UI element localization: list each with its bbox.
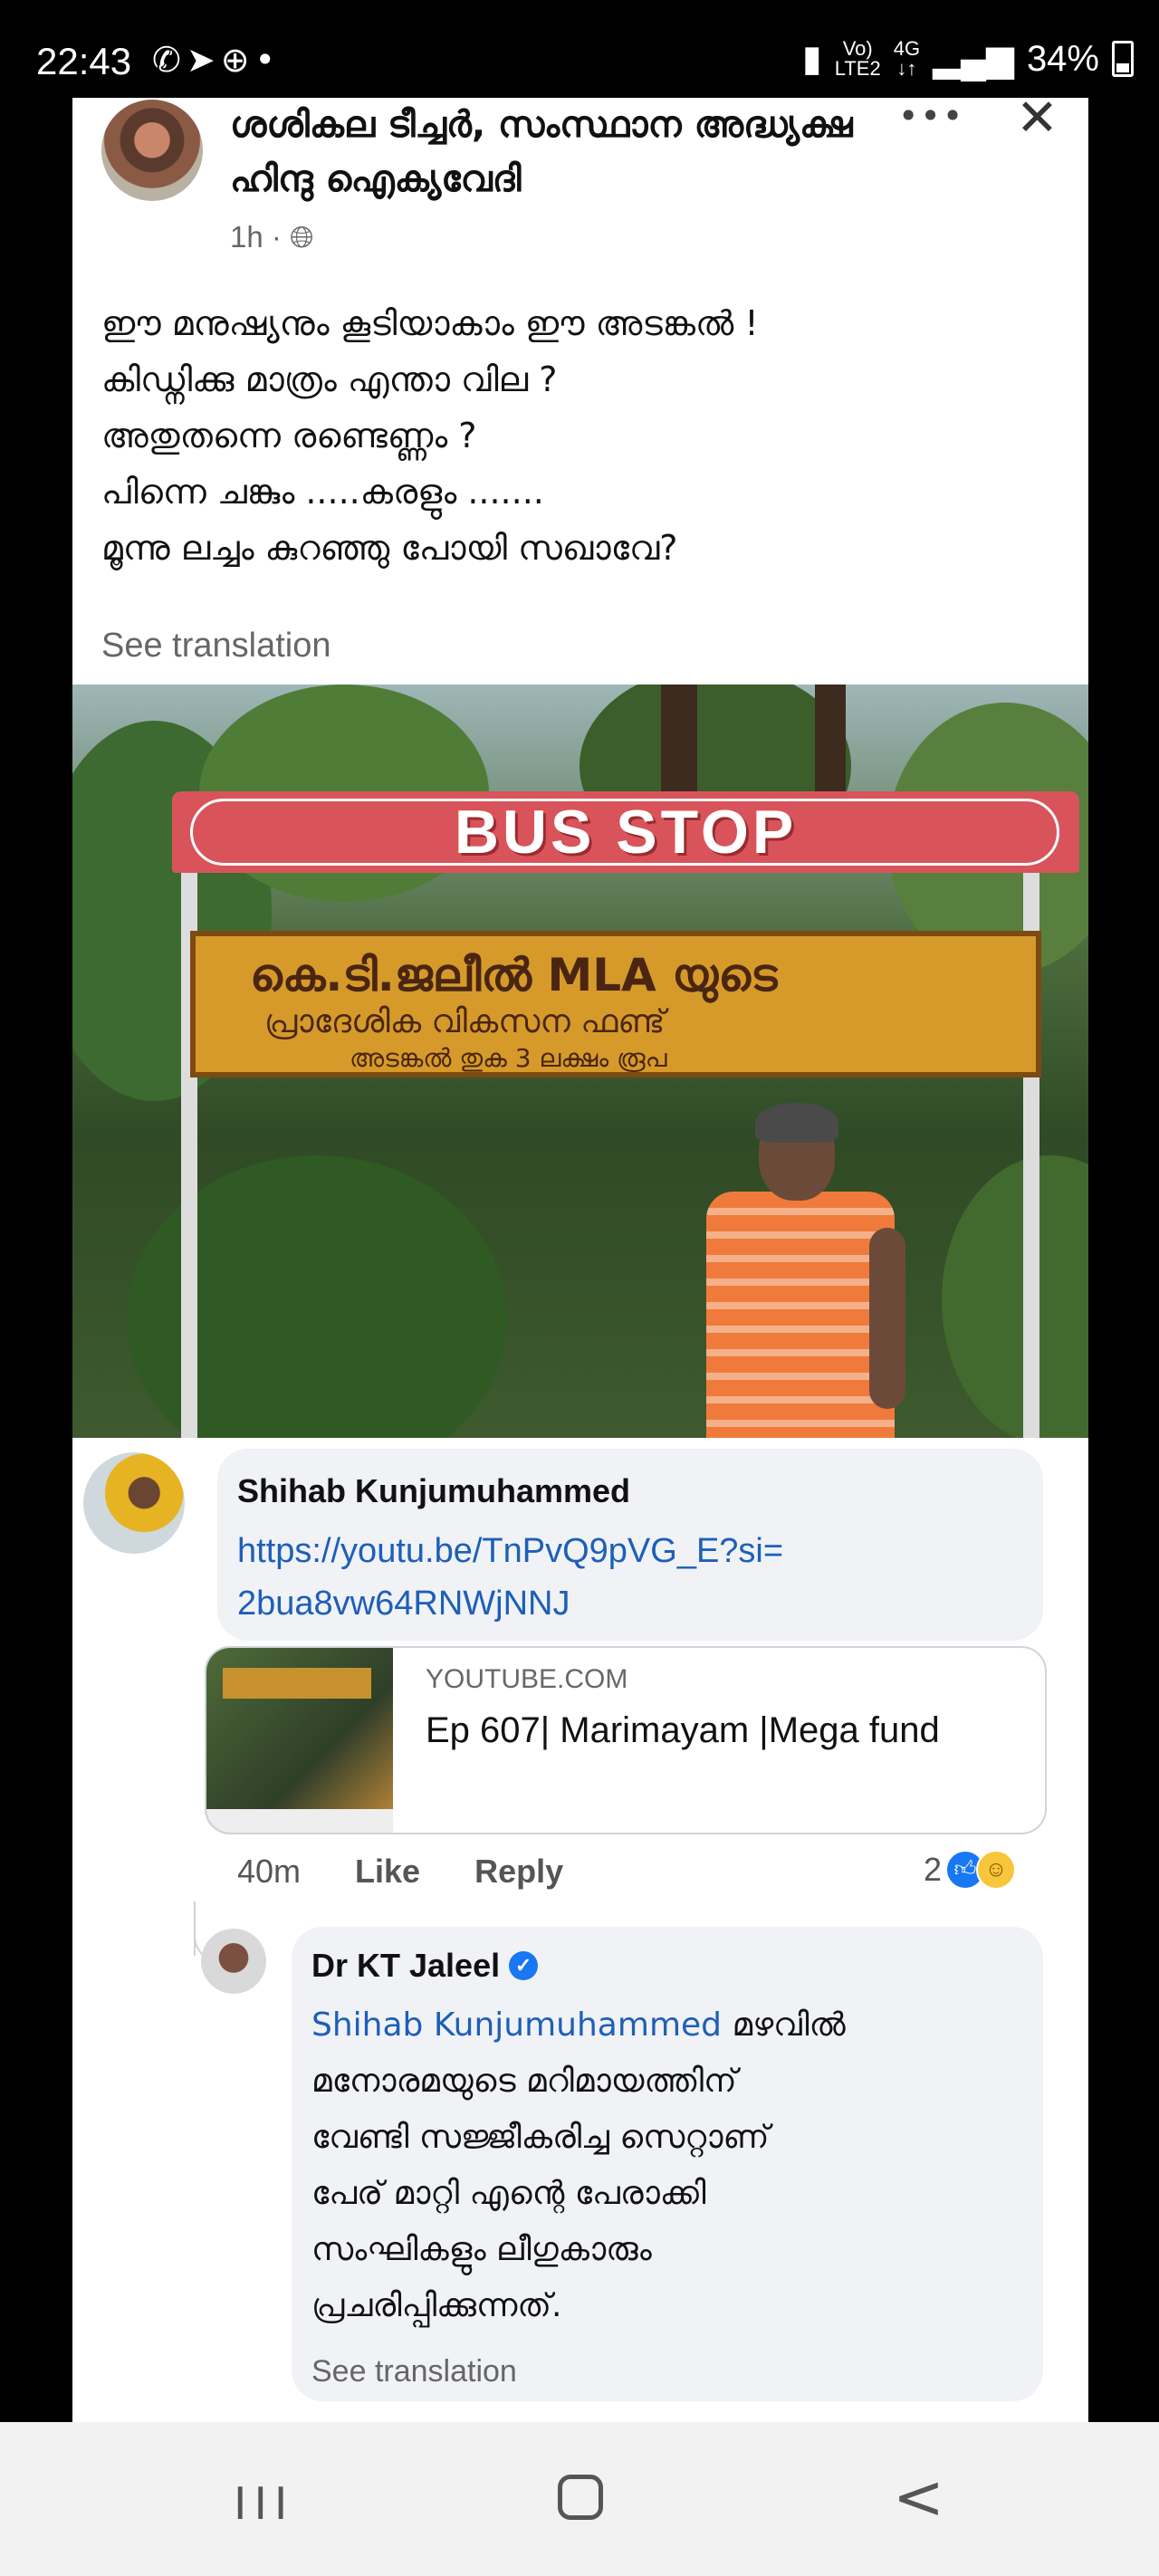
signal-bars-icon: ▂▄▆	[933, 39, 1014, 79]
post-text: ഈ മനുഷ്യനും കൂടിയാകാം ഈ അടങ്കൽ ! കിഡ്നിക…	[101, 295, 1043, 576]
reply-line: സംഘികളും ലീഗുകാരും	[311, 2231, 652, 2268]
post-time[interactable]: 1h	[230, 220, 263, 254]
volte-indicator: Vo) LTE2	[834, 37, 881, 80]
reply-author[interactable]: Dr KT Jaleel ✓	[311, 1947, 539, 1985]
notification-icons: ✆➤⊕•	[152, 40, 281, 80]
reply-text: Shihab Kunjumuhammed മഴവിൽ മനോരമയുടെ മറി…	[311, 1997, 1027, 2334]
reply-line: വേണ്ടി സജ്ജീകരിച്ച സെറ്റാണ്	[311, 2119, 770, 2156]
like-button[interactable]: Like	[355, 1853, 420, 1890]
reply-see-translation-link[interactable]: See translation	[311, 2354, 517, 2389]
system-icons: ▮ Vo) LTE2 4G ↓↑ ▂▄▆ 34%	[802, 38, 1134, 80]
post-line: കിഡ്നിക്കു മാത്രം എന്താ വില ?	[101, 359, 558, 399]
board-text: പ്രാദേശിക വികസന ഫണ്ട്	[264, 1003, 666, 1040]
comment-age: 40m	[237, 1853, 302, 1890]
whatsapp-icon: ✆	[152, 40, 187, 80]
see-translation-link[interactable]: See translation	[101, 627, 331, 666]
bus-stop-sign: BUS STOP	[454, 798, 798, 867]
post-photo[interactable]: BUS STOP കെ.ടി.ജലീൽ MLA യുടെ പ്രാദേശിക വ…	[72, 685, 1088, 1438]
reply-author-name[interactable]: Dr KT Jaleel	[311, 1947, 500, 1985]
reply-avatar[interactable]	[201, 1929, 266, 1994]
link-preview-card[interactable]: YOUTUBE.COM Ep 607| Marimayam |Mega fund	[205, 1646, 1047, 1834]
comment-link[interactable]: https://youtu.be/TnPvQ9pVG_E?si= 2bua8vw…	[237, 1525, 783, 1630]
recent-apps-button[interactable]: III	[234, 2476, 294, 2531]
close-icon[interactable]: ✕	[1016, 89, 1058, 148]
mention-link[interactable]: Shihab Kunjumuhammed	[311, 2006, 722, 2044]
board-text: കെ.ടി.ജലീൽ MLA യുടെ	[250, 949, 778, 1001]
fund-board: കെ.ടി.ജലീൽ MLA യുടെ പ്രാദേശിക വികസന ഫണ്ട…	[190, 931, 1041, 1077]
board-text: അടങ്കൽ തുക 3 ലക്ഷം രൂപ	[350, 1043, 667, 1073]
link-source: YOUTUBE.COM	[426, 1664, 628, 1694]
status-bar: 22:43 ✆➤⊕• ▮ Vo) LTE2 4G ↓↑ ▂▄▆ 34%	[0, 0, 1159, 100]
dot-icon: •	[254, 40, 281, 80]
globe-icon: 🌐︎	[290, 220, 314, 254]
home-button[interactable]	[558, 2475, 603, 2520]
post-line: മൂന്നു ലച്ചം കുറഞ്ഞു പോയി സഖാവേ?	[101, 528, 678, 568]
post-line: പിന്നെ ചങ്കും .....കരളും .......	[101, 472, 544, 512]
network-indicator: 4G ↓↑	[893, 37, 921, 80]
reaction-summary[interactable]: 2 👍︎ ☺	[924, 1847, 1017, 1892]
back-button[interactable]: <	[893, 2462, 944, 2533]
person	[706, 1192, 895, 1438]
reply-line: പേര് മാറ്റി എന്റെ പേരാക്കി	[311, 2175, 706, 2212]
author-avatar[interactable]	[101, 100, 203, 201]
haha-reaction-icon: ☺	[976, 1850, 1017, 1890]
reply-button[interactable]: Reply	[474, 1853, 563, 1890]
clock: 22:43	[36, 40, 132, 82]
post-meta: 1h · 🌐︎	[230, 220, 314, 254]
battery-level: 34%	[1026, 38, 1099, 79]
send-icon: ➤	[186, 40, 221, 80]
more-options-icon[interactable]: •••	[898, 96, 964, 136]
game-icon: ⊕	[220, 40, 255, 80]
navigation-bar: III <	[0, 2422, 1159, 2576]
reply-line: പ്രചരിപ്പിക്കുന്നത്.	[311, 2287, 562, 2324]
video-thumbnail[interactable]	[206, 1648, 393, 1833]
commenter-name[interactable]: Shihab Kunjumuhammed	[237, 1472, 630, 1510]
post-line: അതുതന്നെ രണ്ടെണ്ണം ?	[101, 416, 477, 455]
commenter-avatar[interactable]	[83, 1452, 185, 1554]
reply-line: മനോരമയുടെ മറിമായത്തിന്	[311, 2063, 737, 2100]
signal-icon: ▮	[801, 39, 822, 79]
reaction-count: 2	[924, 1851, 943, 1888]
comment-actions: 40m Like Reply	[237, 1853, 608, 1891]
verified-badge-icon: ✓	[509, 1951, 539, 1980]
battery-icon	[1112, 41, 1134, 77]
post-author-name[interactable]: ശശികല ടീച്ചർ, സംസ്ഥാന അദ്ധ്യക്ഷ ഹിന്ദു ഐ…	[230, 98, 882, 206]
post-line: ഈ മനുഷ്യനും കൂടിയാകാം ഈ അടങ്കൽ !	[101, 303, 759, 343]
link-title[interactable]: Ep 607| Marimayam |Mega fund	[426, 1706, 1023, 1755]
